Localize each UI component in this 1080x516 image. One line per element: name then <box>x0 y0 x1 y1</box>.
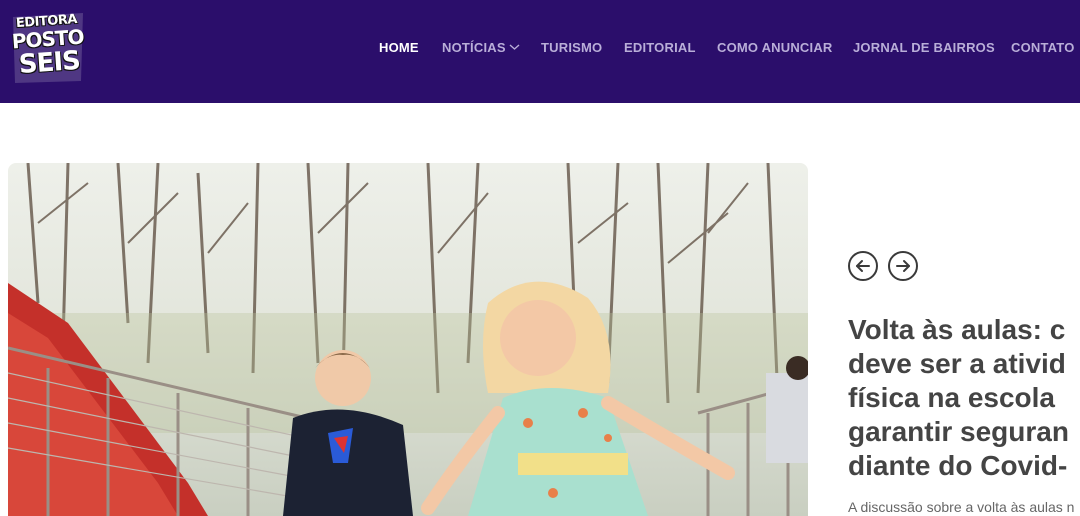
featured-image[interactable] <box>8 163 808 516</box>
headline-line: diante do Covid- <box>848 450 1068 481</box>
slider-next-button[interactable] <box>888 251 918 281</box>
headline-line: deve ser a ativid <box>848 348 1066 379</box>
arrow-right-icon <box>896 260 910 272</box>
nav-item-editorial[interactable]: EDITORIAL <box>624 40 696 56</box>
arrow-left-icon <box>856 260 870 272</box>
site-logo[interactable]: EDITORA POSTO SEIS <box>9 11 87 85</box>
headline-line: física na escola <box>848 382 1056 413</box>
nav-item-home[interactable]: HOME <box>379 40 419 56</box>
site-header: EDITORA POSTO SEIS HOME NOTÍCIAS TURISMO… <box>0 0 1080 103</box>
headline-line: garantir seguran <box>848 416 1069 447</box>
nav-item-turismo[interactable]: TURISMO <box>541 40 602 56</box>
headline-line: Volta às aulas: c <box>848 314 1066 345</box>
logo-text: EDITORA POSTO SEIS <box>7 8 89 81</box>
logo-line-3: SEIS <box>17 45 81 81</box>
article-excerpt: A discussão sobre a volta às aulas n <box>848 499 1075 515</box>
children-running-photo <box>8 163 808 516</box>
chevron-down-icon <box>509 43 520 51</box>
article-headline[interactable]: Volta às aulas: c deve ser a ativid físi… <box>848 313 1080 483</box>
nav-item-contato[interactable]: CONTATO <box>1011 40 1075 56</box>
slider-prev-button[interactable] <box>848 251 878 281</box>
nav-item-noticias-label: NOTÍCIAS <box>442 40 506 55</box>
nav-item-como-anunciar[interactable]: COMO ANUNCIAR <box>717 40 833 56</box>
nav-item-jornal-de-bairros[interactable]: JORNAL DE BAIRROS <box>853 40 995 56</box>
nav-item-noticias[interactable]: NOTÍCIAS <box>442 40 520 56</box>
